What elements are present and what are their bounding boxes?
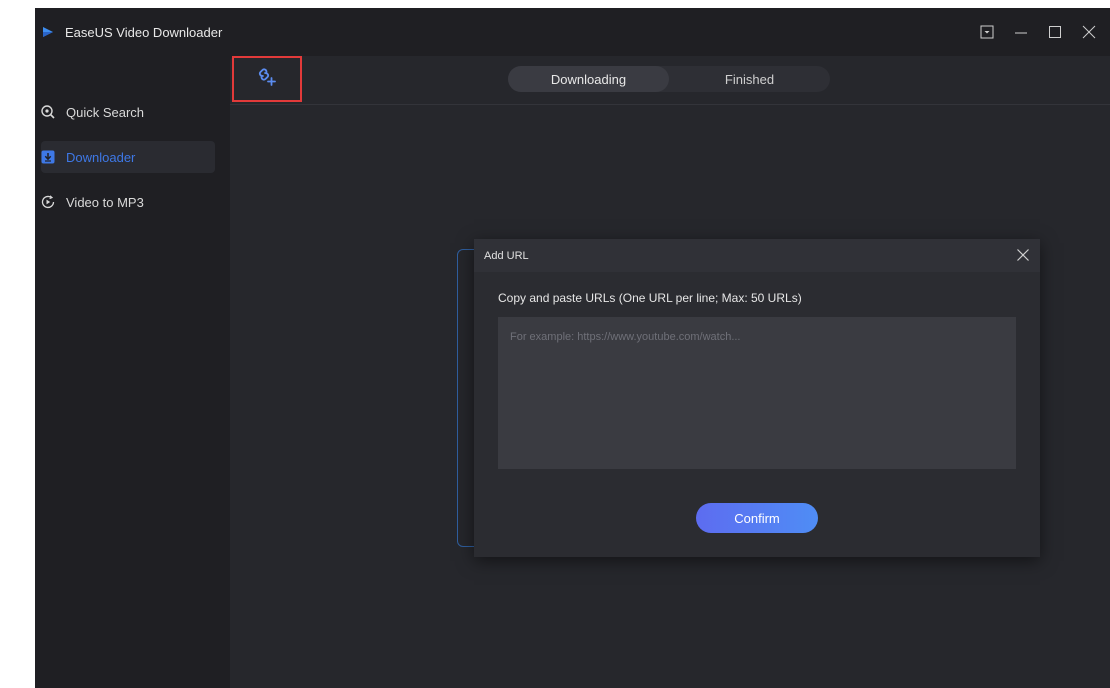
sidebar-item-video-to-mp3[interactable]: Video to MP3 [41, 186, 215, 218]
close-window-icon[interactable] [1074, 18, 1104, 46]
app-title: EaseUS Video Downloader [65, 24, 223, 40]
toolbar: Downloading Finished [230, 56, 1110, 105]
convert-icon [41, 195, 55, 209]
close-icon[interactable] [1014, 246, 1032, 264]
tab-group: Downloading Finished [508, 66, 830, 92]
url-input[interactable] [498, 317, 1016, 469]
maximize-icon[interactable] [1040, 18, 1070, 46]
sidebar-item-label: Downloader [66, 149, 136, 165]
menu-dropdown-icon[interactable] [972, 18, 1002, 46]
window-controls [972, 8, 1110, 56]
main-panel: Downloading Finished Add URL Copy and pa… [230, 56, 1110, 688]
dialog-header: Add URL [474, 239, 1040, 272]
app-logo-icon [41, 25, 55, 39]
sidebar-item-label: Video to MP3 [66, 194, 144, 210]
sidebar-item-label: Quick Search [66, 104, 145, 120]
dialog-instruction: Copy and paste URLs (One URL per line; M… [498, 291, 802, 305]
add-link-icon [257, 67, 277, 92]
title-bar: EaseUS Video Downloader [35, 8, 1110, 56]
sidebar-item-downloader[interactable]: Downloader [41, 141, 215, 173]
download-icon [41, 150, 55, 164]
add-url-dialog: Add URL Copy and paste URLs (One URL per… [474, 239, 1040, 557]
sidebar-item-quick-search[interactable]: Quick Search [41, 96, 215, 128]
add-url-button[interactable] [232, 56, 302, 102]
sidebar: Quick Search Downloader Video to MP3 [35, 56, 230, 688]
tab-finished[interactable]: Finished [669, 66, 830, 92]
dialog-title: Add URL [484, 249, 529, 262]
minimize-icon[interactable] [1006, 18, 1036, 46]
confirm-button[interactable]: Confirm [696, 503, 818, 533]
tab-downloading[interactable]: Downloading [508, 66, 669, 92]
app-window: EaseUS Video Downloader Quick Search Dow… [35, 8, 1110, 688]
search-icon [41, 105, 55, 119]
